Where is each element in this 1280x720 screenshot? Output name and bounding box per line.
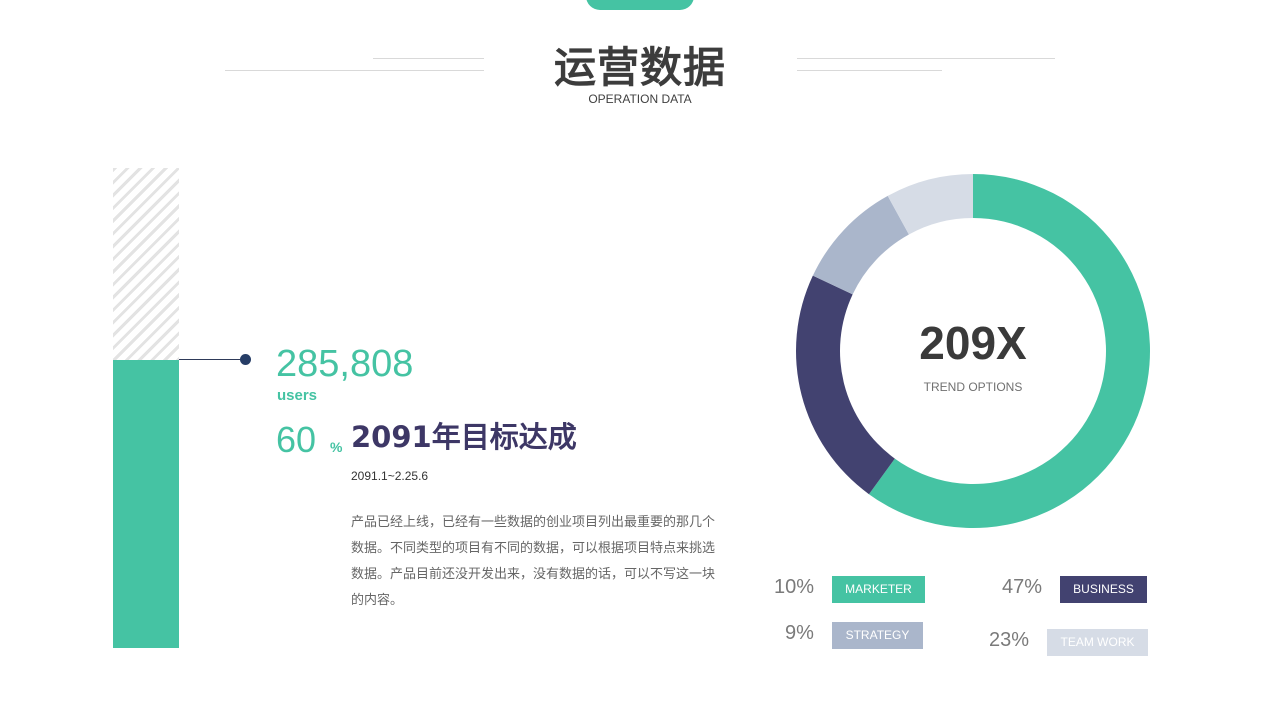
title-rule-right-lower: [797, 70, 942, 71]
goal-date: 2091.1~2.25.6: [351, 469, 429, 483]
legend-teamwork-tag: TEAM WORK: [1047, 629, 1148, 656]
legend-strategy-percent: 9%: [785, 622, 814, 644]
legend-teamwork-percent: 23%: [989, 629, 1030, 651]
progress-bar-fill: [113, 360, 179, 648]
users-count: 285,808: [276, 343, 414, 385]
donut-center-label: TREND OPTIONS: [923, 380, 1023, 394]
progress-percent-sign: %: [330, 439, 343, 455]
title-rule-right-upper: [797, 58, 1055, 59]
progress-percent: 60: [276, 419, 317, 460]
goal-description: 产品已经上线，已经有一些数据的创业项目列出最重要的那几个数据。不同类型的项目有不…: [351, 515, 716, 608]
goal-title: 2091年目标达成: [351, 420, 577, 454]
progress-leader-dot: [240, 354, 251, 365]
page-subtitle: OPERATION DATA: [588, 92, 692, 106]
legend-business-tag: BUSINESS: [1060, 576, 1147, 603]
donut-slice-strategy: [812, 195, 909, 295]
legend-marketer-percent: 10%: [774, 576, 815, 598]
legend-business-percent: 47%: [1002, 576, 1043, 598]
header-tab-decoration: [586, 0, 694, 10]
legend-strategy-tag: STRATEGY: [832, 622, 923, 649]
title-rule-left-lower: [225, 70, 484, 71]
users-label: users: [277, 387, 318, 404]
donut-center-value: 209X: [919, 317, 1027, 369]
progress-leader-line: [179, 359, 245, 360]
progress-bar-remaining: [113, 168, 179, 360]
title-rule-left-upper: [373, 58, 484, 59]
legend-marketer-tag: MARKETER: [832, 576, 925, 603]
page-title: 运营数据: [553, 43, 726, 92]
